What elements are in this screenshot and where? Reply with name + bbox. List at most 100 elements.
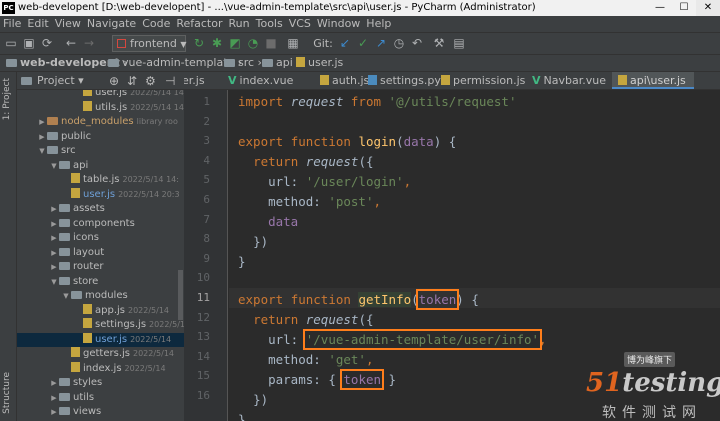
- js-file-icon: [83, 100, 92, 111]
- menu-run[interactable]: Run: [226, 17, 253, 30]
- forward-arrow-icon[interactable]: →: [82, 35, 96, 52]
- tree-item-store[interactable]: ▼ store: [17, 275, 184, 289]
- collapse-arrow-icon[interactable]: ▶: [49, 376, 59, 390]
- menu-edit[interactable]: Edit: [24, 17, 51, 30]
- project-view-select[interactable]: Project ▾: [37, 72, 84, 90]
- menu-refactor[interactable]: Refactor: [173, 17, 225, 30]
- locate-file-icon[interactable]: ⊕: [109, 72, 119, 90]
- project-tool-tab[interactable]: 1: Project: [2, 78, 12, 120]
- structure-icon[interactable]: ▤: [452, 35, 466, 52]
- close-button[interactable]: ✕: [696, 0, 720, 16]
- collapse-arrow-icon[interactable]: ▶: [49, 391, 59, 405]
- git-update-icon[interactable]: ↙: [338, 35, 352, 52]
- tree-item-public[interactable]: ▶ public: [17, 130, 184, 144]
- editor-tab-navbar-vue[interactable]: V Navbar.vue: [526, 72, 614, 89]
- tree-item-api[interactable]: ▼ api: [17, 159, 184, 173]
- menu-code[interactable]: Code: [139, 17, 173, 30]
- structure-tool-tab[interactable]: Structure: [2, 372, 12, 414]
- editor-tab-er-js[interactable]: er.js: [184, 72, 213, 89]
- minimize-button[interactable]: —: [648, 0, 672, 16]
- code-line-13: url: '/vue-admin-template/user/info',: [268, 329, 547, 350]
- tree-item-user-js[interactable]: user.js 2022/5/14 20:3: [17, 187, 184, 202]
- menu-file[interactable]: File: [0, 17, 24, 30]
- tree-item-index-js[interactable]: index.js 2022/5/14: [17, 361, 184, 376]
- rollback-icon[interactable]: ↶: [410, 35, 424, 52]
- menu-vcs[interactable]: VCS: [286, 17, 314, 30]
- back-arrow-icon[interactable]: ←: [64, 35, 78, 52]
- project-structure-icon[interactable]: ▦: [286, 35, 300, 52]
- settings-wrench-icon[interactable]: ⚒: [432, 35, 446, 52]
- expand-arrow-icon[interactable]: ▼: [37, 144, 47, 158]
- hide-panel-icon[interactable]: ⊣: [165, 72, 175, 90]
- collapse-arrow-icon[interactable]: ▶: [49, 405, 59, 419]
- tree-item-modules[interactable]: ▼ modules: [17, 289, 184, 303]
- menu-window[interactable]: Window: [314, 17, 363, 30]
- git-push-icon[interactable]: ↗: [374, 35, 388, 52]
- collapse-arrow-icon[interactable]: ▶: [49, 260, 59, 274]
- expand-arrow-icon[interactable]: ▼: [61, 289, 71, 303]
- editor-tab-api-user-js[interactable]: api\user.js: [612, 72, 694, 89]
- maximize-button[interactable]: ☐: [672, 0, 696, 16]
- code-line-6: method: 'post',: [268, 194, 382, 209]
- tree-item-components[interactable]: ▶ components: [17, 217, 184, 231]
- tree-item-user-js[interactable]: user.js 2022/5/14: [17, 332, 184, 347]
- tree-item-date: 2022/5/14: [124, 363, 166, 373]
- line-number: 1: [203, 95, 210, 108]
- coverage-icon[interactable]: ◩: [228, 35, 242, 52]
- tree-item-assets[interactable]: ▶ assets: [17, 202, 184, 216]
- run-icon[interactable]: ↻: [192, 35, 206, 52]
- tree-item-settings-js[interactable]: settings.js 2022/5/1: [17, 318, 184, 332]
- tree-item-getters-js[interactable]: getters.js 2022/5/14: [17, 347, 184, 361]
- stop-icon[interactable]: ■: [264, 35, 278, 52]
- expand-arrow-icon[interactable]: ▼: [49, 275, 59, 289]
- menu-help[interactable]: Help: [363, 17, 394, 30]
- synchronize-icon[interactable]: ⟳: [40, 35, 54, 52]
- open-folder-icon[interactable]: ▭: [4, 35, 18, 52]
- run-configuration-select[interactable]: frontend ▼: [112, 35, 187, 52]
- js-file-icon: [71, 361, 80, 372]
- tree-item-router[interactable]: ▶ router: [17, 260, 184, 274]
- collapse-arrow-icon[interactable]: ▶: [49, 231, 59, 245]
- tree-item-src[interactable]: ▼ src: [17, 144, 184, 158]
- expand-arrow-icon[interactable]: ▼: [49, 159, 59, 173]
- tree-item-styles[interactable]: ▶ styles: [17, 376, 184, 390]
- settings-gear-icon[interactable]: ⚙: [145, 72, 156, 90]
- profile-icon[interactable]: ◔: [246, 35, 260, 52]
- menu-tools[interactable]: Tools: [253, 17, 286, 30]
- js-file-icon: [71, 187, 80, 198]
- line-number: 15: [196, 369, 210, 383]
- project-tree[interactable]: user.js2022/5/14 14:50, 5utils.js2022/5/…: [17, 90, 184, 421]
- breadcrumb-api[interactable]: api ›: [262, 55, 301, 71]
- tree-item-label: src: [61, 145, 76, 156]
- tree-item-icons[interactable]: ▶ icons: [17, 231, 184, 245]
- breadcrumb-src[interactable]: src ›: [224, 55, 262, 71]
- editor-tab-index-vue[interactable]: Vindex.vue: [222, 72, 301, 89]
- collapse-arrow-icon[interactable]: ▶: [49, 246, 59, 260]
- line-number-gutter[interactable]: 1 2 3 4 5 6 7 8 9 10 11 12 13 14 15 16: [184, 90, 228, 421]
- tree-item-layout[interactable]: ▶ layout: [17, 246, 184, 260]
- tree-item-utils-js[interactable]: utils.js2022/5/14 14:50, 5: [17, 100, 184, 115]
- code-editor[interactable]: import request from '@/utils/request' ex…: [229, 90, 720, 421]
- tree-item-utils[interactable]: ▶ utils: [17, 391, 184, 405]
- tree-item-table-js[interactable]: table.js 2022/5/14 14:: [17, 173, 184, 187]
- tree-item-label: settings.js: [95, 319, 147, 330]
- collapse-all-icon[interactable]: ⇵: [127, 72, 137, 90]
- history-icon[interactable]: ◷: [392, 35, 406, 52]
- collapse-arrow-icon[interactable]: ▶: [37, 130, 47, 144]
- breadcrumb-user-js[interactable]: user.js: [296, 55, 343, 71]
- project-panel-header: Project ▾ ⊕ ⇵ ⚙ ⊣: [17, 72, 184, 90]
- tree-item-node-modules[interactable]: ▶ node_modules library roo: [17, 115, 184, 129]
- menu-navigate[interactable]: Navigate: [84, 17, 139, 30]
- tree-item-user-js[interactable]: user.js2022/5/14 14:50, 5: [17, 90, 184, 100]
- git-commit-icon[interactable]: ✓: [356, 35, 370, 52]
- collapse-arrow-icon[interactable]: ▶: [49, 217, 59, 231]
- save-all-icon[interactable]: ▣: [22, 35, 36, 52]
- collapse-arrow-icon[interactable]: ▶: [37, 115, 47, 129]
- debug-icon[interactable]: ✱: [210, 35, 224, 52]
- menu-view[interactable]: View: [52, 17, 84, 30]
- breadcrumb-vue-admin-template[interactable]: vue-admin-template ›: [108, 55, 242, 71]
- tree-item-app-js[interactable]: app.js 2022/5/14: [17, 303, 184, 318]
- collapse-arrow-icon[interactable]: ▶: [49, 202, 59, 216]
- tree-item-views[interactable]: ▶ views: [17, 405, 184, 419]
- editor-tab-permission-js[interactable]: permission.js: [435, 72, 533, 89]
